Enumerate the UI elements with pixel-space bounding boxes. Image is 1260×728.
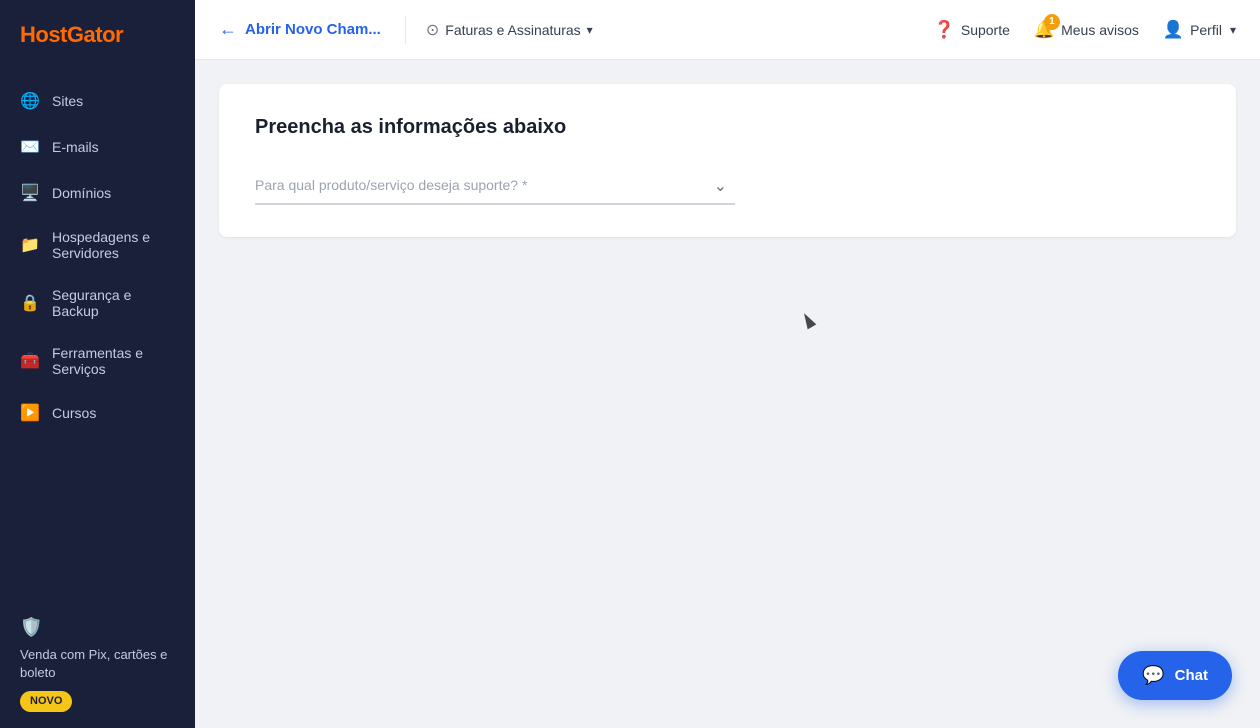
sidebar: HostGator 🌐 Sites ✉️ E-mails 🖥️ Domínios… xyxy=(0,0,195,728)
mouse-cursor xyxy=(803,312,815,330)
product-select-wrapper: Para qual produto/serviço deseja suporte… xyxy=(255,167,735,205)
suporte-label: Suporte xyxy=(961,22,1010,38)
form-card: Preencha as informações abaixo Para qual… xyxy=(219,84,1236,237)
avisos-label: Meus avisos xyxy=(1061,22,1139,38)
sidebar-item-label: Hospedagens e Servidores xyxy=(52,229,175,261)
back-button[interactable]: ← Abrir Novo Cham... xyxy=(219,19,381,40)
sidebar-item-hospedagens[interactable]: 📁 Hospedagens e Servidores xyxy=(0,216,195,274)
folder-icon: 📁 xyxy=(20,235,40,255)
sidebar-item-label: Cursos xyxy=(52,405,96,421)
sidebar-item-label: Segurança e Backup xyxy=(52,287,175,319)
sidebar-item-label: E-mails xyxy=(52,139,99,155)
sidebar-item-sites[interactable]: 🌐 Sites xyxy=(0,78,195,124)
monitor-icon: 🖥️ xyxy=(20,183,40,203)
promo-text: Venda com Pix, cartões e boleto xyxy=(20,647,167,680)
content-area: Preencha as informações abaixo Para qual… xyxy=(195,60,1260,728)
faturas-chevron-icon: ▾ xyxy=(587,23,593,37)
novo-badge: NOVO xyxy=(20,691,72,712)
chat-button[interactable]: 💬 Chat xyxy=(1118,651,1232,700)
dollar-circle-icon: ⊙ xyxy=(426,20,439,40)
product-select[interactable]: Para qual produto/serviço deseja suporte… xyxy=(255,167,735,205)
back-label: Abrir Novo Cham... xyxy=(245,21,381,38)
play-icon: ▶️ xyxy=(20,403,40,423)
logo: HostGator xyxy=(0,0,195,70)
perfil-chevron-icon: ▾ xyxy=(1230,23,1236,37)
faturas-menu[interactable]: ⊙ Faturas e Assinaturas ▾ xyxy=(426,20,593,40)
sidebar-item-dominios[interactable]: 🖥️ Domínios xyxy=(0,170,195,216)
avisos-button[interactable]: 🔔 1 Meus avisos xyxy=(1034,20,1139,40)
avisos-badge: 1 xyxy=(1044,14,1060,30)
promo-icon: 🛡️ xyxy=(20,615,175,640)
chat-label: Chat xyxy=(1175,667,1208,684)
sidebar-item-cursos[interactable]: ▶️ Cursos xyxy=(0,390,195,436)
header-divider xyxy=(405,16,406,44)
header: ← Abrir Novo Cham... ⊙ Faturas e Assinat… xyxy=(195,0,1260,60)
sidebar-item-label: Ferramentas e Serviços xyxy=(52,345,175,377)
sidebar-nav: 🌐 Sites ✉️ E-mails 🖥️ Domínios 📁 Hospeda… xyxy=(0,70,195,599)
chat-bubble-icon: 💬 xyxy=(1142,665,1164,686)
card-title: Preencha as informações abaixo xyxy=(255,116,1200,139)
main-area: ← Abrir Novo Cham... ⊙ Faturas e Assinat… xyxy=(195,0,1260,728)
perfil-label: Perfil xyxy=(1190,22,1222,38)
sidebar-item-label: Sites xyxy=(52,93,83,109)
user-icon: 👤 xyxy=(1163,20,1184,40)
perfil-menu[interactable]: 👤 Perfil ▾ xyxy=(1163,20,1236,40)
sidebar-promo: 🛡️ Venda com Pix, cartões e boleto NOVO xyxy=(0,599,195,728)
tools-icon: 🧰 xyxy=(20,351,40,371)
back-arrow-icon: ← xyxy=(219,19,237,40)
email-icon: ✉️ xyxy=(20,137,40,157)
sidebar-item-emails[interactable]: ✉️ E-mails xyxy=(0,124,195,170)
sidebar-item-seguranca[interactable]: 🔒 Segurança e Backup xyxy=(0,274,195,332)
sidebar-item-ferramentas[interactable]: 🧰 Ferramentas e Serviços xyxy=(0,332,195,390)
sidebar-item-label: Domínios xyxy=(52,185,111,201)
lock-icon: 🔒 xyxy=(20,293,40,313)
faturas-label: Faturas e Assinaturas xyxy=(445,22,580,38)
question-circle-icon: ❓ xyxy=(934,20,955,40)
globe-icon: 🌐 xyxy=(20,91,40,111)
suporte-link[interactable]: ❓ Suporte xyxy=(934,20,1010,40)
